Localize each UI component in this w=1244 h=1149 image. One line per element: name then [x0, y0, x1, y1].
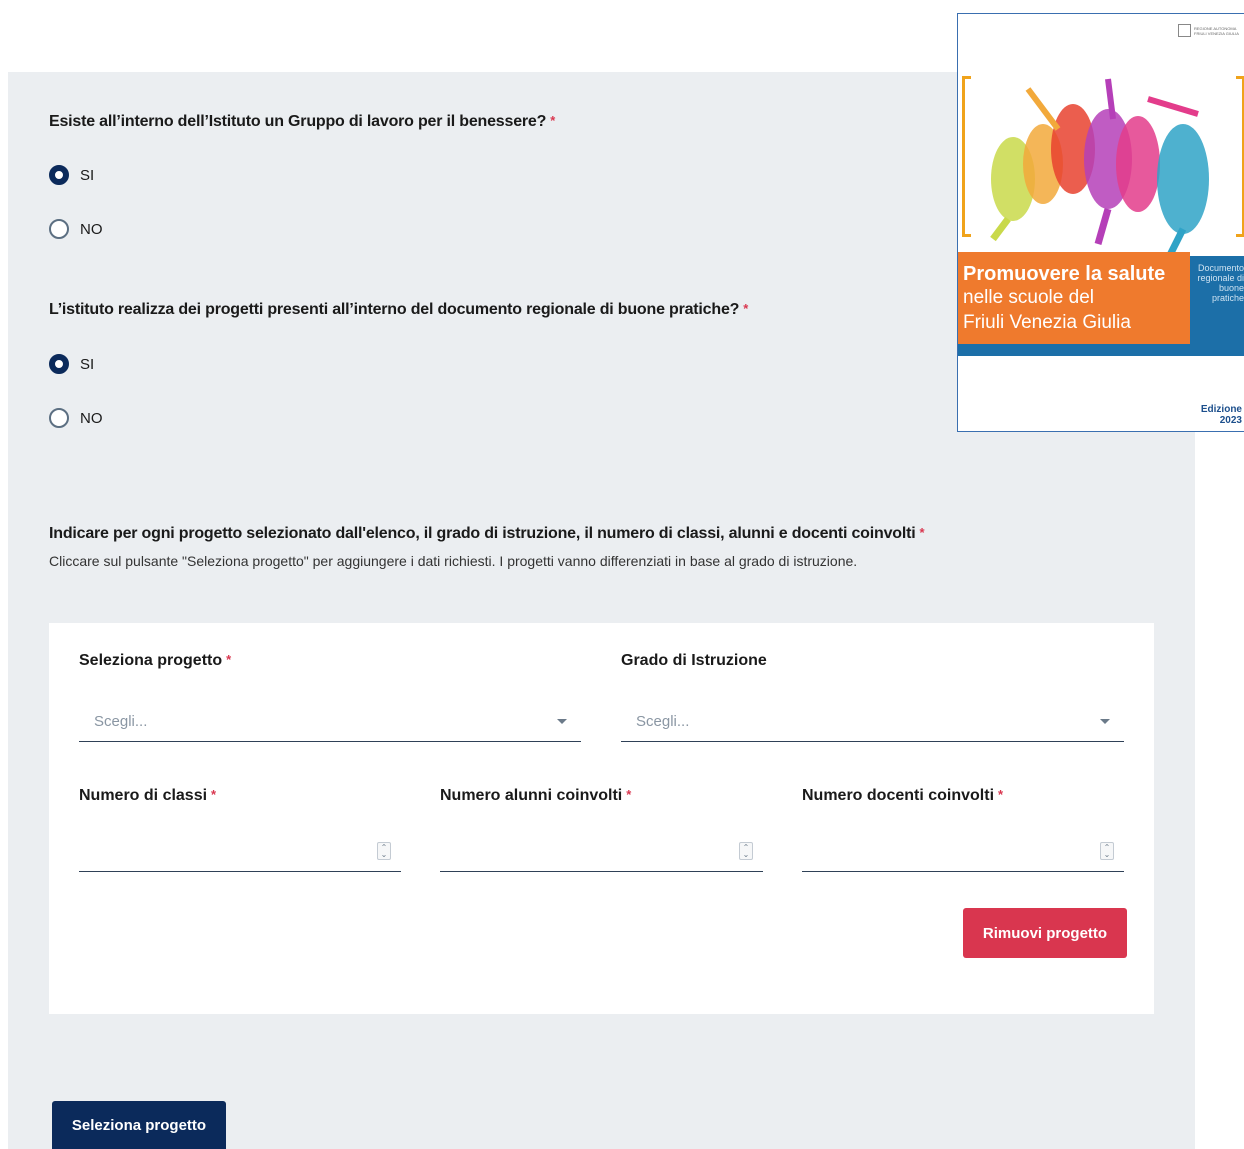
field-label-grado-istruzione: Grado di Istruzione — [621, 652, 767, 669]
radio-button[interactable] — [49, 219, 69, 239]
required-mark: * — [626, 787, 632, 802]
required-mark: * — [919, 525, 925, 540]
number-spinner-icon[interactable]: ⌃ ⌄ — [377, 842, 391, 860]
project-card: Seleziona progetto * Scegli... Grado di I… — [49, 623, 1154, 1014]
required-mark: * — [211, 787, 217, 802]
numero-docenti-input[interactable]: ⌃ ⌄ — [802, 832, 1124, 872]
add-project-button[interactable]: Seleziona progetto — [52, 1101, 226, 1149]
field-label-seleziona-progetto: Seleziona progetto * — [79, 652, 232, 669]
radio-label: SI — [80, 166, 95, 184]
brochure-title: Promuovere la salute — [963, 263, 1166, 285]
field-label-numero-docenti: Numero docenti coinvolti * — [802, 787, 1004, 804]
radio-button-checked[interactable] — [49, 165, 69, 185]
brochure-edition: Edizione 2023 — [1200, 404, 1242, 426]
numero-alunni-input[interactable]: ⌃ ⌄ — [440, 832, 763, 872]
number-spinner-icon[interactable]: ⌃ ⌄ — [1100, 842, 1114, 860]
question-gruppo-lavoro: Esiste all’interno dell’Istituto un Grup… — [49, 113, 556, 130]
select-placeholder: Scegli... — [636, 713, 690, 730]
radio-button-checked[interactable] — [49, 354, 69, 374]
numero-classi-input[interactable]: ⌃ ⌄ — [79, 832, 401, 872]
select-progetto[interactable]: Scegli... — [79, 702, 581, 742]
question-buone-pratiche: L’istituto realizza dei progetti present… — [49, 301, 749, 318]
radio-label: NO — [80, 220, 103, 238]
brochure-side-text: Documento regionale di buone pratiche — [1197, 263, 1244, 303]
required-mark: * — [550, 113, 556, 128]
radio-option-q1-no[interactable]: NO — [49, 217, 103, 241]
select-grado-istruzione[interactable]: Scegli... — [621, 702, 1124, 742]
caret-down-icon — [1100, 719, 1110, 724]
required-mark: * — [743, 301, 749, 316]
required-mark: * — [998, 787, 1004, 802]
region-emblem-icon — [1178, 24, 1191, 37]
region-logo: REGIONE AUTONOMA FRIULI VENEZIA GIULIA — [1178, 24, 1242, 37]
brochure-subtitle-2: Friuli Venezia Giulia — [963, 312, 1131, 333]
brochure-subtitle-1: nelle scuole del — [963, 287, 1094, 308]
question-progetti: Indicare per ogni progetto selezionato d… — [49, 525, 925, 542]
remove-project-button[interactable]: Rimuovi progetto — [963, 908, 1127, 958]
number-spinner-icon[interactable]: ⌃ ⌄ — [739, 842, 753, 860]
jumping-kids-illustration — [990, 78, 1209, 259]
radio-label: NO — [80, 409, 103, 427]
caret-down-icon — [557, 719, 567, 724]
question-hint: Cliccare sul pulsante "Seleziona progett… — [49, 553, 858, 569]
field-label-numero-alunni: Numero alunni coinvolti * — [440, 787, 632, 804]
required-mark: * — [226, 652, 232, 667]
radio-option-q1-si[interactable]: SI — [49, 163, 94, 187]
field-label-numero-classi: Numero di classi * — [79, 787, 217, 804]
radio-label: SI — [80, 355, 95, 373]
radio-button[interactable] — [49, 408, 69, 428]
region-logo-text: REGIONE AUTONOMA FRIULI VENEZIA GIULIA — [1194, 25, 1239, 36]
select-placeholder: Scegli... — [94, 713, 148, 730]
radio-option-q2-si[interactable]: SI — [49, 352, 94, 376]
radio-option-q2-no[interactable]: NO — [49, 406, 103, 430]
brochure-cover-image: REGIONE AUTONOMA FRIULI VENEZIA GIULIA P… — [957, 13, 1244, 432]
